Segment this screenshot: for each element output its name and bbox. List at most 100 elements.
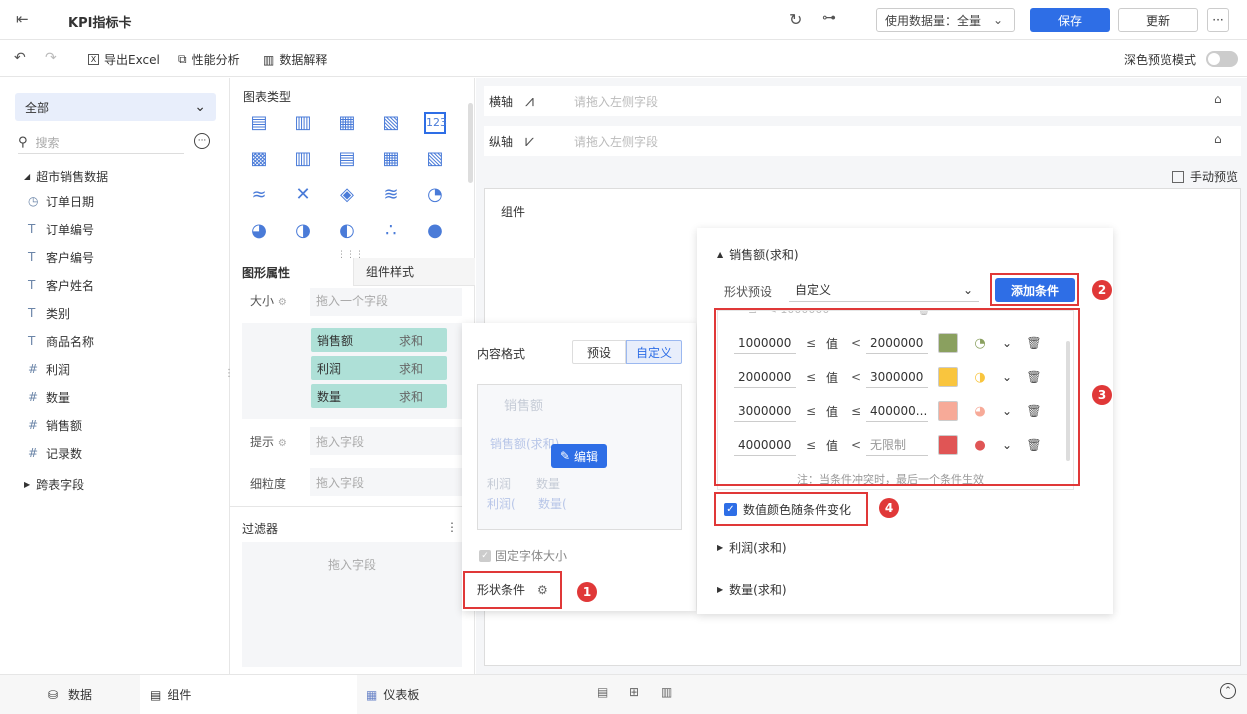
refresh-icon[interactable]: ↻ bbox=[789, 10, 802, 29]
tab-component[interactable]: ▤ 组件 bbox=[140, 675, 357, 714]
preset-tab[interactable]: 预设 bbox=[572, 340, 626, 364]
y-axis-row: 纵轴 ⩗ 请拖入左侧字段 bbox=[484, 126, 1241, 156]
filter-more-icon[interactable]: ⋮ bbox=[446, 520, 458, 534]
preview-sales: 销售额 bbox=[504, 399, 544, 414]
chart-type-icon[interactable]: ▤ bbox=[336, 148, 358, 170]
chart-type-icon[interactable]: ▧ bbox=[424, 148, 446, 170]
search-placeholder: 搜索 bbox=[35, 136, 60, 150]
field-chip[interactable]: 利润 求和 bbox=[311, 356, 447, 380]
x-axis-dropzone[interactable]: 请拖入左侧字段 bbox=[574, 93, 658, 110]
highlight-box-2 bbox=[990, 273, 1079, 306]
tip-dropzone[interactable]: 拖入字段 bbox=[310, 427, 462, 455]
profit-section-header[interactable]: ▶ 利润(求和) bbox=[717, 539, 787, 556]
chart-type-icon[interactable]: ▦ bbox=[336, 112, 358, 134]
filter-title: 过滤器 bbox=[242, 522, 279, 536]
table-name: 超市销售数据 bbox=[36, 170, 109, 184]
chart-type-icon[interactable]: ▧ bbox=[380, 112, 402, 134]
granularity-label: 细粒度 bbox=[250, 477, 287, 491]
cross-table-node[interactable]: ▶ 跨表字段 bbox=[24, 476, 84, 493]
tab-data[interactable]: ⛁ 数据 bbox=[0, 675, 140, 714]
more-button[interactable]: ··· bbox=[1207, 8, 1229, 32]
add-dashboard-icon[interactable]: ⊞ bbox=[629, 685, 639, 699]
redo-icon[interactable]: ↷ bbox=[45, 50, 57, 66]
axis-icon[interactable]: ⩘ bbox=[525, 91, 534, 111]
collapse-icon[interactable]: ⌃ bbox=[1220, 683, 1236, 699]
field-item[interactable]: # 数量 bbox=[28, 387, 70, 407]
chart-type-icon[interactable]: ▦ bbox=[380, 148, 402, 170]
field-item[interactable]: # 利润 bbox=[28, 359, 70, 379]
data-usage-select[interactable]: 使用数据量：全量 ⌄ bbox=[876, 8, 1015, 32]
table-node[interactable]: ◢ 超市销售数据 bbox=[24, 168, 108, 185]
tab-component-style[interactable]: 组件样式 bbox=[353, 258, 475, 286]
lock-icon[interactable]: ⌂ bbox=[1214, 92, 1222, 106]
field-item[interactable]: # 销售额 bbox=[28, 415, 82, 435]
chart-type-icon[interactable]: ▥ bbox=[292, 112, 314, 134]
caret-right-icon: ▶ bbox=[717, 543, 724, 552]
tab-dashboard[interactable]: ▦ 仪表板 bbox=[366, 675, 486, 714]
chart-type-icon[interactable]: ◔ bbox=[424, 184, 446, 206]
dark-preview-toggle[interactable] bbox=[1206, 51, 1238, 67]
chart-type-icon[interactable]: ◑ bbox=[292, 220, 314, 242]
field-item[interactable]: ◷ 订单日期 bbox=[28, 191, 94, 211]
dataset-select[interactable]: 全部 ⌄ bbox=[15, 93, 216, 121]
field-label: 订单编号 bbox=[46, 222, 95, 237]
lock-icon[interactable]: ⌂ bbox=[1214, 132, 1222, 146]
field-chip[interactable]: 销售额 求和 bbox=[311, 328, 447, 352]
chart-type-icon[interactable]: ✕ bbox=[292, 184, 314, 206]
undo-icon[interactable]: ↶ bbox=[14, 50, 26, 66]
link-icon[interactable]: ⊶ bbox=[822, 10, 836, 26]
field-item[interactable]: T 商品名称 bbox=[28, 331, 94, 351]
data-explain-button[interactable]: ▥ 数据解释 bbox=[263, 51, 327, 68]
chart-type-icon[interactable]: ▤ bbox=[248, 112, 270, 134]
caret-right-icon: ▶ bbox=[24, 480, 31, 489]
performance-button[interactable]: ⧉ 性能分析 bbox=[178, 51, 240, 68]
sales-section-header[interactable]: ▲ 销售额(求和) bbox=[717, 246, 799, 263]
export-excel-button[interactable]: X 导出Excel bbox=[88, 51, 160, 68]
qty-section-header[interactable]: ▶ 数量(求和) bbox=[717, 581, 787, 598]
chart-type-icon[interactable]: ∴ bbox=[380, 220, 402, 242]
search-input[interactable]: ⚲ 搜索 bbox=[18, 132, 184, 154]
database-icon: ⛁ bbox=[47, 687, 59, 702]
chart-type-icon[interactable]: ≈ bbox=[248, 184, 270, 206]
field-item[interactable]: # 记录数 bbox=[28, 443, 82, 463]
field-item[interactable]: T 客户编号 bbox=[28, 247, 94, 267]
add-report-icon[interactable]: ▥ bbox=[661, 685, 672, 699]
tab-graphic-props[interactable]: 图形属性 bbox=[230, 258, 353, 286]
component-label: 组件 bbox=[501, 205, 526, 219]
shape-preset-select[interactable]: 自定义 ⌄ bbox=[789, 278, 979, 302]
exit-icon[interactable]: ⇤ bbox=[16, 10, 34, 28]
size-dropzone[interactable]: 拖入一个字段 bbox=[310, 288, 462, 316]
preview-profit: 利润 bbox=[487, 477, 512, 491]
granularity-dropzone[interactable]: 拖入字段 bbox=[310, 468, 462, 496]
search-icon: ⚲ bbox=[18, 135, 28, 150]
update-button[interactable]: 更新 bbox=[1118, 8, 1198, 32]
chart-type-icon[interactable]: ● bbox=[424, 220, 446, 242]
chart-type-icon[interactable]: ◐ bbox=[336, 220, 358, 242]
add-component-icon[interactable]: ▤ bbox=[597, 685, 608, 699]
fixed-font-checkbox[interactable]: ✓ 固定字体大小 bbox=[479, 547, 567, 564]
chart-type-icon[interactable]: ◕ bbox=[248, 220, 270, 242]
caret-right-icon: ▶ bbox=[717, 585, 724, 594]
chip-agg: 求和 bbox=[398, 389, 423, 404]
custom-tab[interactable]: 自定义 bbox=[626, 340, 682, 364]
chart-type-icon[interactable]: ◈ bbox=[336, 184, 358, 206]
field-chip[interactable]: 数量 求和 bbox=[311, 384, 447, 408]
axis-icon[interactable]: ⩗ bbox=[525, 131, 534, 151]
chart-type-icon[interactable]: ≋ bbox=[380, 184, 402, 206]
manual-preview-checkbox[interactable]: 手动预览 bbox=[1172, 168, 1238, 185]
x-axis-row: 横轴 ⩘ 请拖入左侧字段 bbox=[484, 86, 1241, 116]
field-item[interactable]: T 类别 bbox=[28, 303, 70, 323]
field-item[interactable]: T 客户姓名 bbox=[28, 275, 94, 295]
scrollbar[interactable] bbox=[468, 103, 473, 183]
y-axis-dropzone[interactable]: 请拖入左侧字段 bbox=[574, 133, 658, 150]
filter-dropzone[interactable]: 拖入字段 bbox=[242, 542, 462, 667]
edit-button[interactable]: ✎ 编辑 bbox=[551, 444, 607, 468]
chart-type-icon[interactable]: ▥ bbox=[292, 148, 314, 170]
chart-type-icon[interactable]: 123 bbox=[424, 112, 447, 134]
chevron-down-icon: ⌄ bbox=[962, 282, 973, 297]
gear-icon: ⚙ bbox=[277, 297, 287, 308]
chart-type-icon[interactable]: ▩ bbox=[248, 148, 270, 170]
more-options-icon[interactable]: ··· bbox=[194, 133, 210, 149]
save-button[interactable]: 保存 bbox=[1030, 8, 1110, 32]
field-item[interactable]: T 订单编号 bbox=[28, 219, 94, 239]
